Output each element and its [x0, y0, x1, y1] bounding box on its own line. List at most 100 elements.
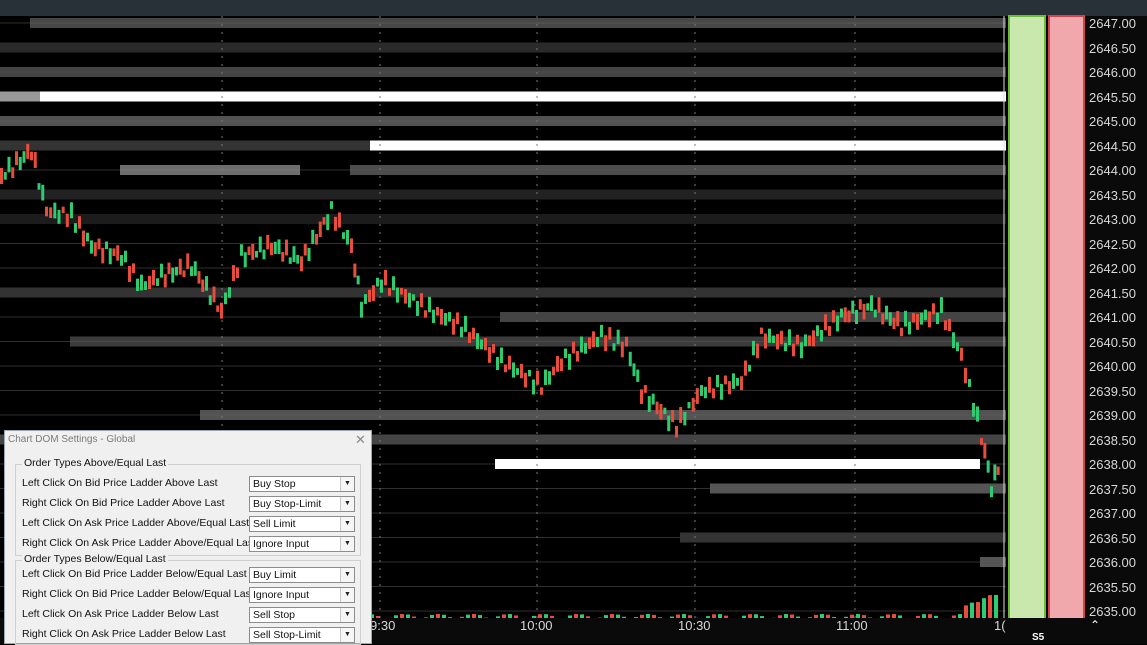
- price-bar: [11, 167, 15, 178]
- price-bar: [346, 229, 349, 245]
- price-bar: [900, 327, 903, 337]
- price-label: 2645.50: [1089, 89, 1136, 105]
- order-type-select[interactable]: Ignore Input ▼: [249, 587, 355, 603]
- ask-ladder-column[interactable]: [1048, 15, 1085, 627]
- price-bar: [132, 263, 135, 274]
- price-bar: [140, 274, 143, 291]
- price-bar: [540, 387, 543, 395]
- price-label: 2637.50: [1089, 481, 1136, 497]
- price-bar: [576, 351, 579, 362]
- price-bar: [948, 318, 951, 332]
- price-bar: [870, 295, 873, 312]
- price-bar: [940, 297, 943, 314]
- price-bar: [82, 230, 85, 247]
- price-bar: [277, 239, 281, 255]
- price-label: 2639.50: [1089, 383, 1136, 399]
- price-bar: [643, 385, 647, 393]
- price-bar: [740, 376, 743, 391]
- price-bar: [220, 302, 223, 319]
- depth-heat-band: [120, 165, 300, 175]
- price-bar: [616, 329, 620, 345]
- price-bar: [858, 299, 862, 310]
- order-type-select[interactable]: Ignore Input ▼: [249, 536, 355, 552]
- price-bar: [804, 334, 807, 347]
- dropdown-arrow-icon[interactable]: ▼: [340, 568, 354, 582]
- order-type-select[interactable]: Sell Stop ▼: [249, 607, 355, 623]
- price-bar: [528, 369, 531, 377]
- price-bar: [484, 337, 487, 351]
- depth-heat-band: [200, 410, 1006, 420]
- price-bar: [508, 355, 511, 370]
- setting-label: Right Click On Ask Price Ladder Below La…: [22, 628, 226, 640]
- price-label: 2647.00: [1089, 16, 1136, 31]
- price-bar: [57, 209, 61, 224]
- price-bar: [116, 245, 120, 261]
- price-bar: [49, 207, 53, 219]
- order-type-select[interactable]: Sell Stop-Limit ▼: [249, 627, 355, 643]
- price-bar: [334, 216, 337, 231]
- price-bar: [832, 310, 835, 323]
- price-bar: [780, 330, 783, 345]
- price-bar: [544, 369, 547, 385]
- price-bar: [350, 238, 353, 254]
- order-type-select[interactable]: Buy Stop-Limit ▼: [249, 496, 355, 512]
- dropdown-arrow-icon[interactable]: ▼: [340, 517, 354, 531]
- dialog-title: Chart DOM Settings - Global: [8, 434, 136, 445]
- price-bar: [388, 288, 391, 296]
- dropdown-arrow-icon[interactable]: ▼: [340, 537, 354, 551]
- dropdown-arrow-icon[interactable]: ▼: [340, 588, 354, 602]
- dropdown-arrow-icon[interactable]: ▼: [340, 477, 354, 491]
- price-bar: [356, 275, 360, 285]
- s5-indicator[interactable]: S5: [1032, 632, 1044, 643]
- price-bar: [3, 172, 7, 180]
- setting-label: Left Click On Bid Price Ladder Above Las…: [22, 477, 218, 489]
- price-bar: [892, 317, 896, 330]
- price-bar: [728, 381, 731, 395]
- price-bar: [504, 364, 507, 373]
- bid-ladder-column[interactable]: [1008, 15, 1046, 627]
- price-bar: [61, 206, 65, 214]
- price-bar: [625, 336, 628, 347]
- price-bar: [258, 236, 262, 253]
- price-bar: [671, 410, 675, 423]
- group-title: Order Types Above/Equal Last: [22, 457, 169, 469]
- price-bar: [855, 309, 858, 325]
- price-bar: [772, 335, 775, 343]
- close-icon[interactable]: ✕: [355, 432, 366, 448]
- dropdown-arrow-icon[interactable]: ▼: [340, 497, 354, 511]
- price-label: 2635.00: [1089, 604, 1136, 619]
- price-bar: [247, 246, 251, 256]
- price-bar: [732, 373, 735, 389]
- chart-dom-settings-dialog: Chart DOM Settings - Global ✕ Order Type…: [4, 430, 372, 645]
- price-bar: [784, 342, 787, 352]
- price-bar: [228, 287, 231, 298]
- price-bar: [968, 379, 971, 387]
- price-bar: [568, 353, 571, 370]
- price-label: 2635.50: [1089, 579, 1136, 595]
- order-type-select[interactable]: Buy Stop ▼: [249, 476, 355, 492]
- price-bar: [384, 269, 387, 286]
- price-bar: [776, 334, 779, 350]
- price-bar: [748, 364, 751, 372]
- order-type-select[interactable]: Buy Limit ▼: [249, 567, 355, 583]
- setting-label: Right Click On Bid Price Ladder Below/Eq…: [22, 588, 254, 600]
- price-bar: [136, 278, 139, 292]
- price-bar: [952, 332, 955, 349]
- dropdown-arrow-icon[interactable]: ▼: [340, 628, 354, 642]
- price-bar: [236, 267, 239, 279]
- chevron-up-icon[interactable]: ⌃: [1090, 618, 1100, 632]
- price-bar: [7, 156, 11, 173]
- price-bar: [888, 312, 892, 326]
- depth-heat-band: [370, 140, 1006, 151]
- price-bar: [768, 328, 771, 343]
- order-type-select[interactable]: Sell Limit ▼: [249, 516, 355, 532]
- price-bar: [281, 252, 285, 262]
- price-bar: [464, 315, 467, 332]
- price-bar: [45, 206, 48, 217]
- price-axis[interactable]: 2647.00 2646.50 2646.00 2645.50 2645.00 …: [1086, 16, 1147, 628]
- price-label: 2640.50: [1089, 334, 1136, 350]
- price-bar: [330, 201, 333, 209]
- price-bar: [885, 305, 888, 320]
- dropdown-arrow-icon[interactable]: ▼: [340, 608, 354, 622]
- price-bar: [488, 347, 491, 363]
